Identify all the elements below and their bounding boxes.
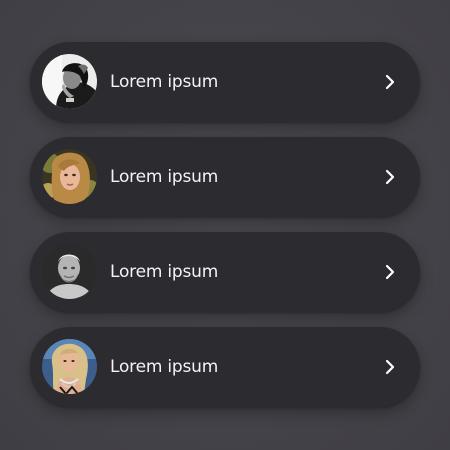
avatar	[42, 339, 97, 394]
chevron-right-icon[interactable]	[380, 262, 400, 282]
chevron-right-icon[interactable]	[380, 72, 400, 92]
list-item-label: Lorem ipsum	[110, 262, 219, 282]
avatar	[42, 149, 97, 204]
avatar-image	[42, 54, 97, 109]
list-item-label: Lorem ipsum	[110, 357, 219, 377]
list-item-label: Lorem ipsum	[110, 167, 219, 187]
list-item-label: Lorem ipsum	[110, 72, 219, 92]
chevron-right-icon[interactable]	[380, 167, 400, 187]
list-item[interactable]: Lorem ipsum	[30, 42, 420, 122]
avatar-image	[42, 149, 97, 204]
list-item[interactable]: Lorem ipsum	[30, 137, 420, 217]
list-item[interactable]: Lorem ipsum	[30, 327, 420, 407]
avatar-image	[42, 339, 97, 394]
chevron-right-icon[interactable]	[380, 357, 400, 377]
avatar-image	[42, 244, 97, 299]
list-item[interactable]: Lorem ipsum	[30, 232, 420, 312]
avatar	[42, 244, 97, 299]
avatar	[42, 54, 97, 109]
contact-list: Lorem ipsum Lorem ipsum Lorem ipsum Lore…	[30, 42, 420, 407]
